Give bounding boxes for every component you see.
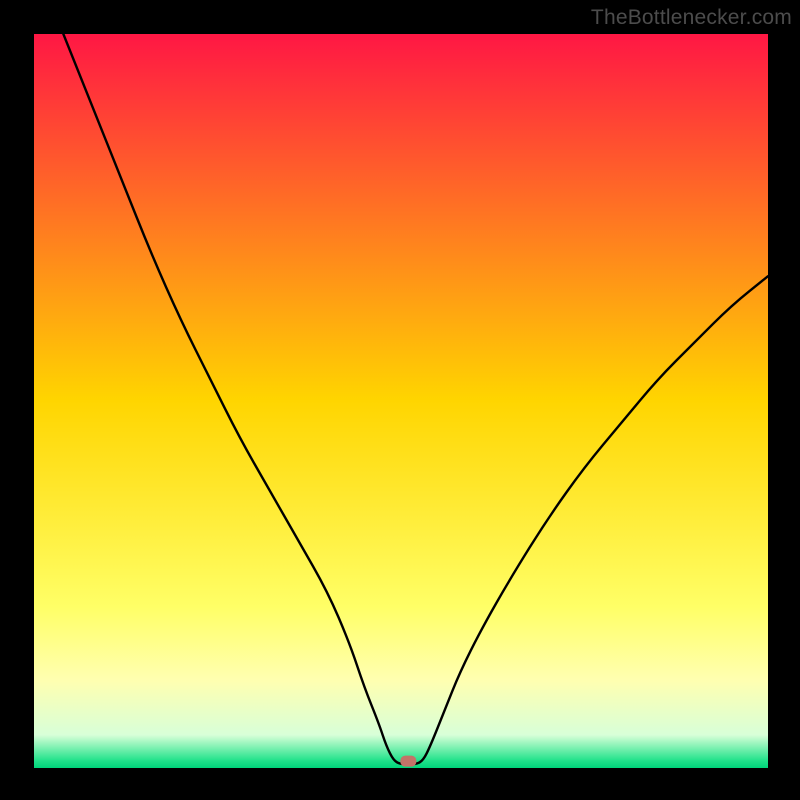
optimal-point-marker (400, 756, 416, 767)
chart-svg (34, 34, 768, 768)
chart-frame: TheBottlenecker.com (0, 0, 800, 800)
gradient-background (34, 34, 768, 768)
chart-plot-area (34, 34, 768, 768)
watermark-text: TheBottlenecker.com (591, 6, 792, 30)
